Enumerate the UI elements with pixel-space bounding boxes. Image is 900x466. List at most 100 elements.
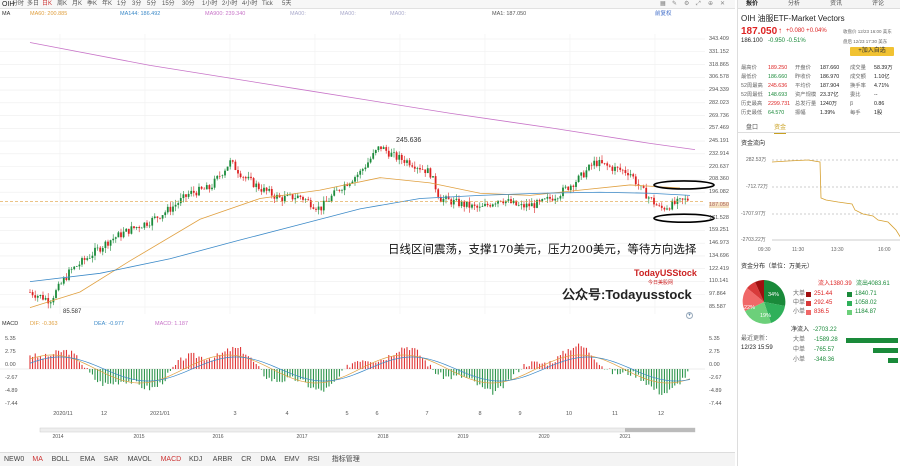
tab-period-10[interactable]: 15分 [162,0,175,9]
macd-tick-right: 0.00 [709,362,720,368]
tab-quote[interactable]: 报价 [746,0,758,9]
tab-period-16[interactable]: 5天 [282,0,291,9]
year-tick: 2014 [52,434,63,438]
candle-body [455,198,458,200]
candle-body [528,203,531,207]
tab-period-7[interactable]: 1分 [117,0,126,9]
y-tick: 196.082 [709,189,729,196]
candle-body [125,228,128,232]
indicator-7[interactable]: KDJ [189,454,202,465]
flow-x-1: 11:30 [792,247,805,253]
candle-body [603,163,606,164]
candle-body [156,216,159,218]
macd-tick-left: 0.00 [5,362,16,368]
indicator-12[interactable]: RSI [308,454,320,465]
tab-period-3[interactable]: 周K [57,0,67,9]
candle-body [320,206,323,211]
indicator-0[interactable]: NEW0 [4,454,24,465]
tab-news[interactable]: 资讯 [830,0,842,9]
candle-body [619,167,622,170]
add-watchlist-button[interactable]: +加入自选 [850,47,894,56]
tab-period-12[interactable]: 1小时 [202,0,217,9]
tab-period-6[interactable]: 年K [102,0,112,9]
indicator-4[interactable]: SAR [104,454,118,465]
tab-period-13[interactable]: 2小时 [222,0,237,9]
candle-body [567,186,570,191]
tab-period-11[interactable]: 30分 [182,0,195,9]
candle-body [660,205,663,208]
candle-body [182,194,185,199]
kline-chart[interactable]: MA MA60: 200.885 MA144: 186.492 MA900: 2… [0,9,735,319]
candle-body [172,206,174,212]
indicator-6[interactable]: MACD [161,454,182,465]
macd-chart[interactable]: 5.35 5.35 2.75 2.75 0.00 0.00 -2.67 -2.67 -4.89 -… [0,329,735,419]
indicator-3[interactable]: EMA [80,454,95,465]
adjust-label[interactable]: 前复权 [655,9,672,19]
scroll-down-icon[interactable]: ▾ [686,312,693,319]
candle-body [632,174,635,177]
candle-body [494,203,497,205]
stat-cell: 委比 [850,92,861,98]
settings-icon[interactable]: ⚙ [684,0,689,9]
tab-period-5[interactable]: 季K [87,0,97,9]
stat-cell: 23.37亿 [820,92,839,98]
candle-body [281,197,284,202]
flow-x-0: 09:30 [758,247,771,253]
indicator-bar: NEW0 MA BOLL EMA SAR MAVOL MACD KDJ ARBR CR DMA EMV… [0,452,735,466]
draw-icon[interactable]: ✎ [672,0,677,9]
candle-body [616,166,619,168]
close-icon[interactable]: ✕ [720,0,725,9]
brand-logo: TodayUSStock [634,268,697,278]
tab-period-2[interactable]: 日K [42,0,52,9]
tab-period-1[interactable]: 多日 [27,0,39,9]
tab-period-4[interactable]: 月K [72,0,82,9]
indicator-8[interactable]: ARBR [213,454,232,465]
candle-body [78,264,81,267]
indicator-10[interactable]: DMA [260,454,276,465]
tab-period-15[interactable]: Tick [262,0,273,9]
tab-period-9[interactable]: 5分 [147,0,156,9]
stat-cell: 换手率 [850,83,866,89]
macd-value: MACD: 1.187 [155,321,189,327]
stat-cell: 187.904 [820,83,840,89]
tab-period-14[interactable]: 4小时 [242,0,257,9]
candle-body [138,227,141,229]
candle-body [478,206,481,208]
tab-comments[interactable]: 评论 [872,0,884,9]
price-up-icon: ↑ [778,26,782,35]
tab-analysis[interactable]: 分析 [788,0,800,9]
tab-orderbook[interactable]: 盘口 [746,124,758,133]
indicator-icon[interactable]: ▦ [660,0,666,9]
year-tick: 2019 [457,434,468,438]
tab-period-0[interactable]: 分时 [12,0,24,9]
candle-body [450,199,453,205]
indicator-5[interactable]: MAVOL [128,454,152,465]
indicator-13[interactable]: 指标管理 [332,454,360,465]
candle-body [577,175,580,182]
support-ellipse [653,213,715,224]
candle-body [445,196,447,199]
candle-body [91,255,94,258]
candle-body [164,212,167,216]
analysis-note: 日线区间震荡，支撑170美元，压力200美元，等待方向选择 [388,242,697,256]
macd-tick-left: -2.67 [5,375,18,381]
candle-body [460,201,463,207]
indicator-2[interactable]: BOLL [52,454,70,465]
candle-body [174,204,177,207]
candle-body [203,188,206,190]
dist-out: 1840.71 [855,291,877,297]
indicator-1[interactable]: MA [32,454,43,465]
candle-body [432,176,434,178]
tab-capital[interactable]: 资金 [774,124,787,134]
indicator-9[interactable]: CR [241,454,251,465]
candle-body [356,174,359,178]
candle-body [231,160,234,162]
candle-body [276,194,278,199]
candle-body [205,185,208,190]
macd-tick-right: 5.35 [709,336,720,342]
zoom-icon[interactable]: ⊕ [708,0,713,9]
fullscreen-icon[interactable]: ⤢ [696,0,701,9]
tab-period-8[interactable]: 3分 [132,0,141,9]
candle-body [473,204,476,206]
indicator-11[interactable]: EMV [284,454,299,465]
